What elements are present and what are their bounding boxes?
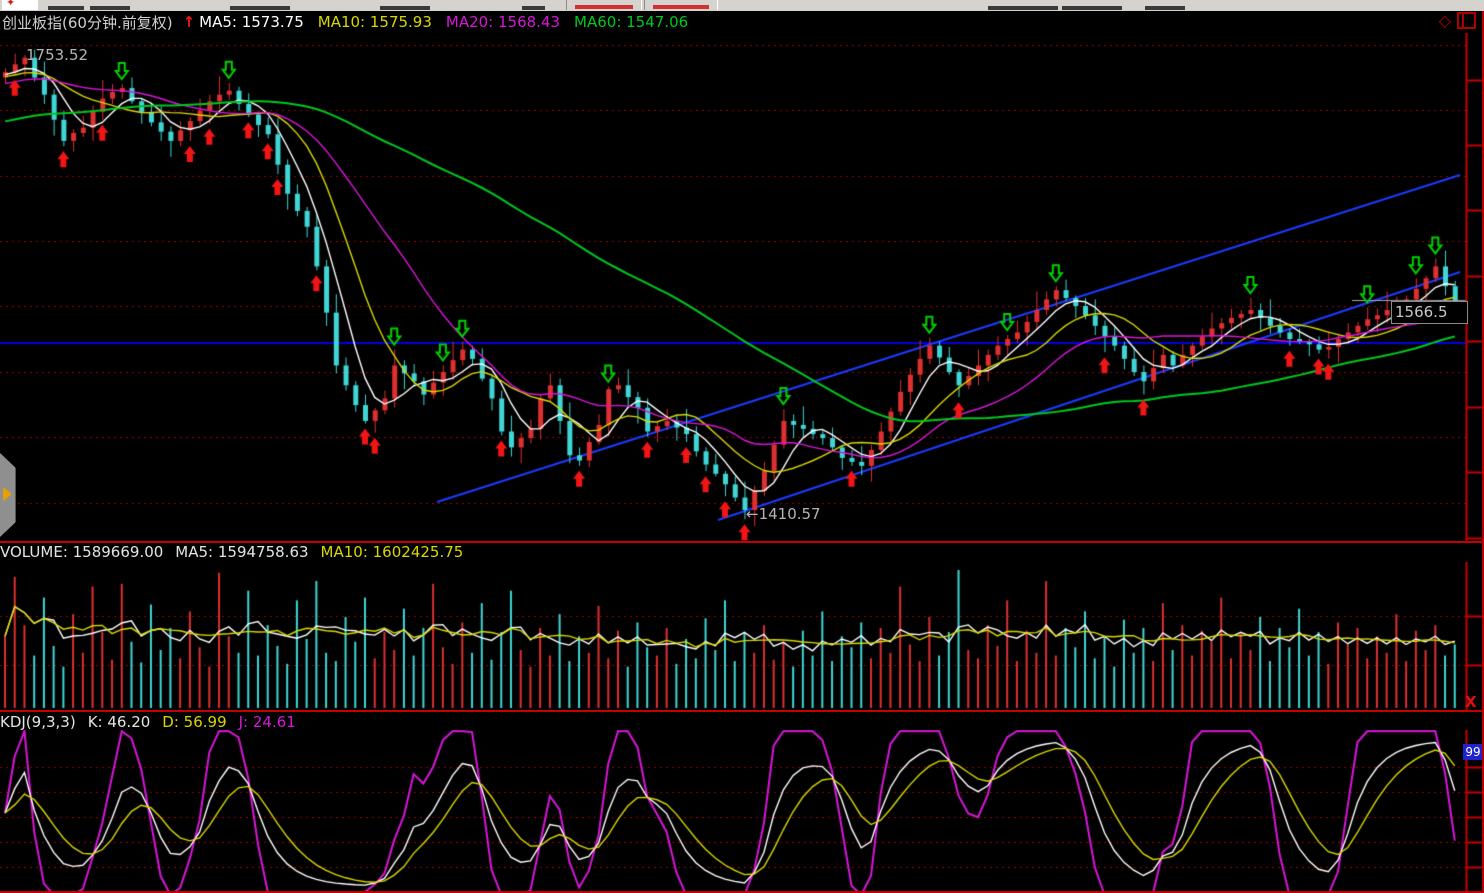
- split-pane-icon[interactable]: [1457, 12, 1476, 29]
- menu-item-highlight[interactable]: [644, 0, 718, 10]
- volume-ma5: MA5: 1594758.63: [175, 543, 308, 561]
- menu-item-highlight[interactable]: [566, 0, 642, 10]
- candlestick-chart[interactable]: [0, 33, 1484, 541]
- volume-header: VOLUME: 1589669.00 MA5: 1594758.63 MA10:…: [0, 543, 1484, 561]
- volume-ma10: MA10: 1602425.75: [321, 543, 464, 561]
- expand-arrow-icon: [3, 487, 12, 501]
- period-low-label: ←1410.57: [746, 505, 821, 523]
- kdj-j: J: 24.61: [239, 713, 296, 731]
- chart-title-bar: 创业板指(60分钟.前复权) ↑ MA5: 1573.75 MA10: 1575…: [0, 11, 1484, 33]
- kdj-scale-badge: 99: [1463, 744, 1483, 760]
- chart-corner-icons: ◇: [1439, 12, 1476, 29]
- kdj-header: KDJ(9,3,3) K: 46.20 D: 56.99 J: 24.61: [0, 713, 1484, 731]
- menu-item-clipped[interactable]: [522, 6, 536, 10]
- app-logo-icon: ✦: [2, 0, 38, 10]
- menu-item-clipped[interactable]: [108, 6, 122, 10]
- diamond-icon[interactable]: ◇: [1439, 13, 1451, 29]
- kdj-name: KDJ(9,3,3): [0, 713, 76, 731]
- kdj-d: D: 56.99: [162, 713, 226, 731]
- menu-item-clipped[interactable]: [1145, 6, 1185, 10]
- menu-item-clipped[interactable]: [230, 6, 290, 10]
- volume-value: VOLUME: 1589669.00: [0, 543, 163, 561]
- menu-item-clipped[interactable]: [380, 6, 430, 10]
- period-high-label: 1753.52: [26, 46, 88, 64]
- menu-item-clipped[interactable]: [1062, 6, 1122, 10]
- buy-arrow-icon: ↑: [183, 13, 196, 31]
- menu-item-clipped[interactable]: [48, 6, 84, 10]
- indicator-close-icon[interactable]: X: [1465, 693, 1477, 711]
- menu-item-clipped[interactable]: [988, 6, 1058, 10]
- instrument-title: 创业板指(60分钟.前复权): [2, 12, 173, 33]
- ma20-legend: MA20: 1568.43: [446, 13, 560, 31]
- pane-separator[interactable]: [0, 710, 1484, 712]
- volume-chart[interactable]: [0, 562, 1484, 710]
- kdj-k: K: 46.20: [88, 713, 151, 731]
- kdj-chart[interactable]: [0, 730, 1484, 891]
- last-price-label: 1566.5: [1391, 301, 1468, 324]
- ma10-legend: MA10: 1575.93: [318, 13, 432, 31]
- trading-app-window: ✦ 创业板指(60分钟.前复权) ↑ MA5: 1573.75 MA10: 15…: [0, 0, 1484, 893]
- menu-item-clipped[interactable]: [535, 6, 545, 10]
- ma60-legend: MA60: 1547.06: [574, 13, 688, 31]
- ma5-legend: MA5: 1573.75: [199, 13, 304, 31]
